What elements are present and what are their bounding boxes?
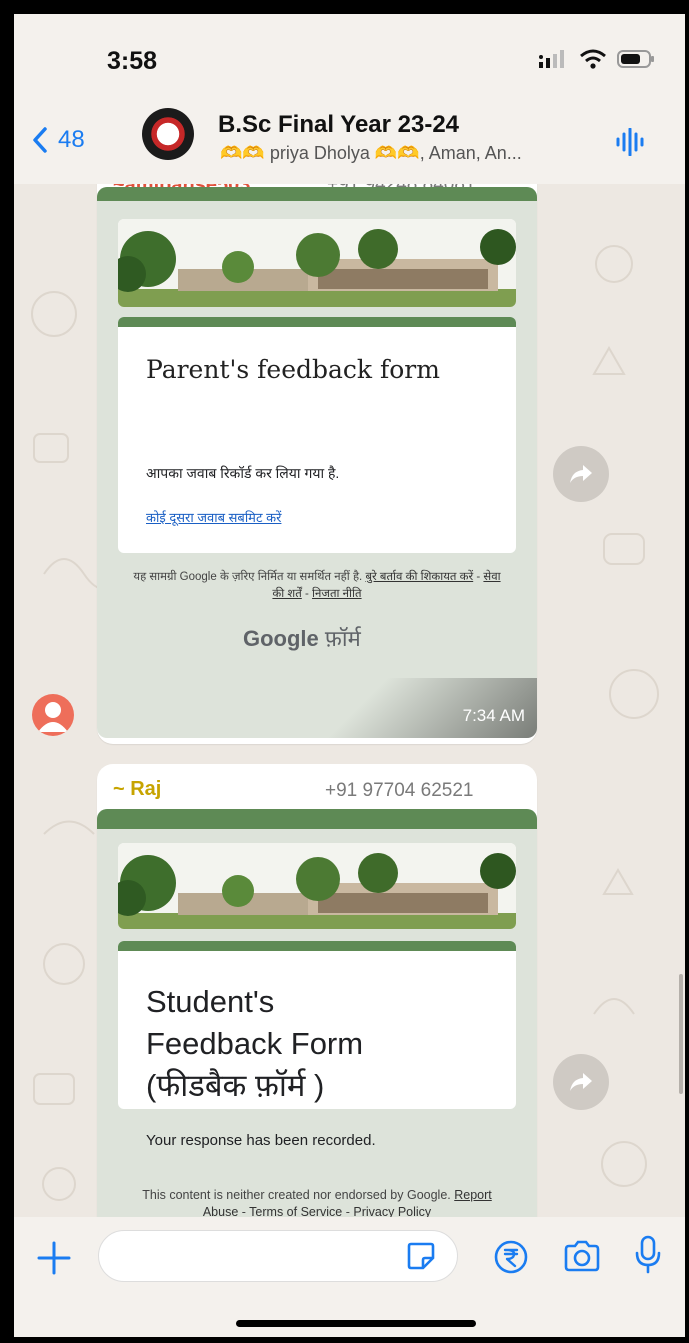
plus-icon[interactable]: [36, 1240, 72, 1276]
form-card: Parent's feedback form आपका जवाब रिकॉर्ड…: [118, 317, 516, 553]
disclaimer-text: यह सामग्री Google के ज़रिए निर्मित या सम…: [133, 571, 363, 583]
chat-header: 3:58 48 B.Sc Final Year 23-24 🫶🫶 priya D…: [14, 14, 685, 184]
response-recorded-text: Your response has been recorded.: [146, 1132, 376, 1149]
voice-call-icon[interactable]: [615, 128, 645, 156]
chat-title[interactable]: B.Sc Final Year 23-24: [218, 111, 459, 139]
wifi-icon: [580, 49, 606, 69]
scroll-indicator[interactable]: [679, 974, 683, 1094]
disclaimer: यह सामग्री Google के ज़रिए निर्मित या सम…: [133, 571, 501, 600]
form-top-strip: [97, 187, 537, 201]
campus-banner-image: [118, 219, 516, 307]
form-top-strip: [97, 809, 537, 829]
form-card: Student's Feedback Form (फीडबैक फ़ॉर्म ): [118, 941, 516, 1109]
privacy-link[interactable]: निजता नीति: [312, 588, 362, 600]
forward-button-2[interactable]: [553, 1054, 609, 1110]
message-input[interactable]: [98, 1230, 458, 1282]
microphone-icon[interactable]: [634, 1235, 662, 1275]
battery-icon: [617, 50, 654, 68]
profile-icon[interactable]: [32, 694, 74, 736]
form-title-line-3: (फीडबैक फ़ॉर्म ): [146, 1068, 325, 1103]
status-time: 3:58: [107, 47, 158, 75]
participants-names: priya Dholya 🫶🫶, Aman, An...: [269, 143, 522, 163]
forward-button-1[interactable]: [553, 446, 609, 502]
rupee-payment-icon[interactable]: [493, 1239, 529, 1275]
back-button[interactable]: 48: [32, 126, 85, 154]
unread-count: 48: [58, 126, 85, 153]
phone-frame: 3:58 48 B.Sc Final Year 23-24 🫶🫶 priya D…: [0, 0, 689, 1343]
message-bubble-1[interactable]: ~amipanse503 +91 94248 84081 Parent's fe: [97, 164, 537, 744]
form-preview-card[interactable]: Student's Feedback Form (फीडबैक फ़ॉर्म )…: [97, 809, 537, 1269]
form-title-line-1: Student's: [146, 984, 275, 1019]
message-bubble-2[interactable]: ~ Raj +91 97704 62521 Student's Feedback…: [97, 764, 537, 1269]
campus-banner-image: [118, 843, 516, 929]
chevron-left-icon: [33, 127, 47, 153]
sticker-icon[interactable]: [406, 1241, 436, 1271]
message-time: 7:34 AM: [462, 706, 525, 725]
chat-screen: 3:58 48 B.Sc Final Year 23-24 🫶🫶 priya D…: [14, 14, 685, 1337]
google-wordmark: Google: [243, 626, 319, 651]
report-abuse-link[interactable]: बुरे बर्ताव की शिकायत करें: [365, 571, 473, 583]
sender-phone: +91 97704 62521: [325, 780, 474, 801]
forward-icon: [570, 465, 592, 483]
camera-icon[interactable]: [562, 1239, 602, 1273]
message-input-bar: [14, 1217, 685, 1337]
forms-wordmark: फ़ॉर्म: [324, 626, 361, 651]
home-indicator[interactable]: [236, 1320, 476, 1327]
submit-another-link[interactable]: कोई दूसरा जवाब सबमिट करें: [146, 508, 281, 526]
group-avatar-icon[interactable]: [142, 108, 194, 160]
form-preview-card[interactable]: Parent's feedback form आपका जवाब रिकॉर्ड…: [97, 187, 537, 738]
sender-name: ~ Raj: [113, 778, 162, 800]
disclaimer-text: This content is neither created nor endo…: [142, 1188, 451, 1202]
form-title: Parent's feedback form: [146, 355, 440, 384]
form-title-line-2: Feedback Form: [146, 1026, 364, 1061]
google-forms-logo: Google फ़ॉर्म: [243, 623, 361, 653]
status-icons: [539, 48, 655, 70]
signal-icon: [539, 50, 564, 68]
form-title: Student's Feedback Form (फीडबैक फ़ॉर्म ): [146, 981, 363, 1107]
response-recorded-text: आपका जवाब रिकॉर्ड कर लिया गया है.: [146, 465, 340, 481]
forward-icon: [570, 1073, 592, 1091]
disclaimer: This content is neither created nor endo…: [142, 1188, 492, 1219]
chat-participants[interactable]: 🫶🫶 priya Dholya 🫶🫶, Aman, An...: [220, 143, 610, 164]
participants-emoji: 🫶🫶: [220, 143, 265, 163]
